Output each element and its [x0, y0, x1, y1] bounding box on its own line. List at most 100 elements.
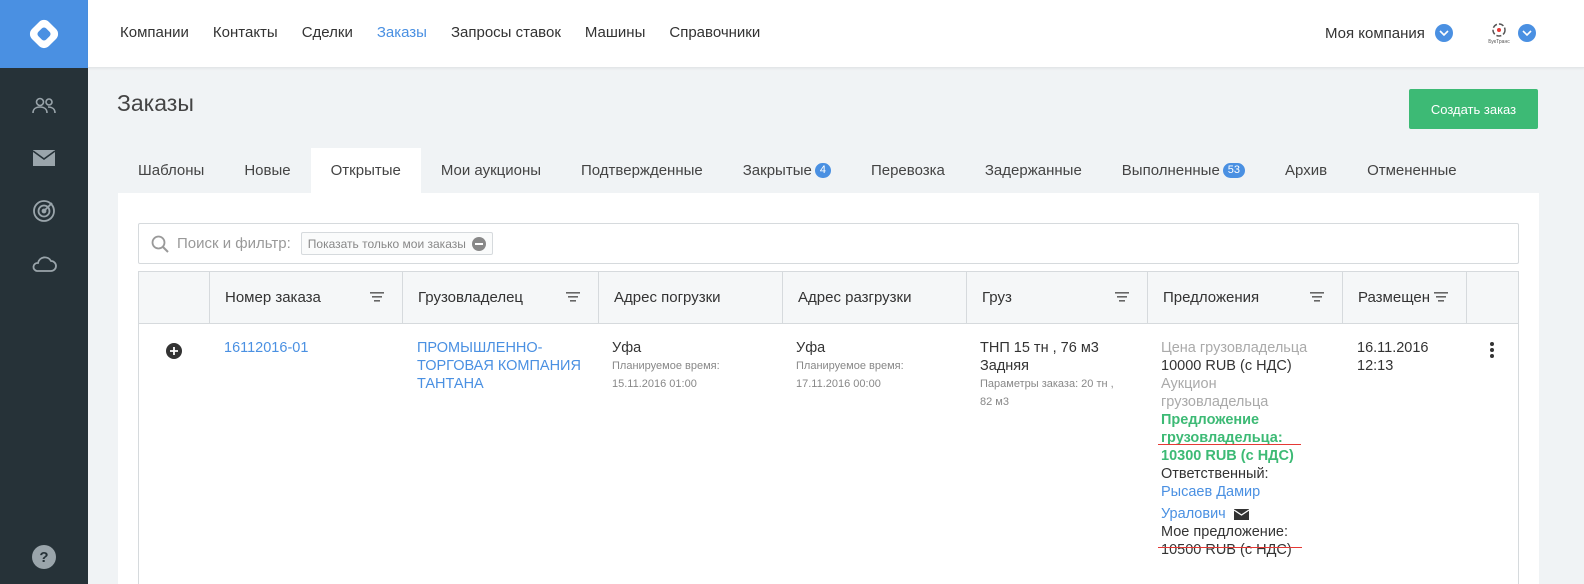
header-actions [1467, 272, 1518, 323]
nav-item-orders[interactable]: Заказы [377, 24, 427, 41]
tab-open[interactable]: Открытые [310, 148, 421, 193]
header-owner[interactable]: Грузовладелец [403, 272, 599, 323]
unload-time-label: Планируемое время: [796, 360, 904, 372]
tab-label: Выполненные [1121, 162, 1220, 179]
placed-time-value: 12:13 [1357, 358, 1394, 374]
expand-row-icon[interactable] [166, 343, 182, 359]
sidebar: ? [0, 0, 88, 584]
tab-label: Перевозка [870, 162, 945, 179]
search-filter-bar[interactable]: Поиск и фильтр: Показать только мои зака… [138, 223, 1519, 264]
responsible-link[interactable]: Рысаев Дамир [1161, 483, 1331, 501]
my-offer-label: Мое предложение: [1161, 524, 1289, 540]
chevron-down-icon [1518, 24, 1536, 42]
highlight-underline [1158, 444, 1301, 445]
cargo-main: ТНП 15 тн , 76 м3 [980, 340, 1099, 356]
placed-date: 16.11.2016 12:13 [1357, 339, 1429, 375]
count-badge: 4 [814, 163, 831, 178]
header-load-address: Адрес погрузки [599, 272, 783, 323]
nav-item-rate-requests[interactable]: Запросы ставок [451, 24, 561, 41]
top-bar: Компании Контакты Сделки Заказы Запросы … [88, 0, 1584, 68]
tab-label: Подтвержденные [581, 162, 703, 179]
header-label: Груз [982, 289, 1012, 306]
auction-label: грузовладельца [1161, 394, 1269, 410]
sort-icon[interactable] [1115, 291, 1129, 303]
tab-label: Закрытые [742, 162, 812, 179]
header-unload-address: Адрес разгрузки [783, 272, 967, 323]
tab-templates[interactable]: Шаблоны [118, 148, 224, 193]
tab-transport[interactable]: Перевозка [851, 148, 965, 193]
app-logo[interactable] [0, 0, 88, 68]
orders-panel: Поиск и фильтр: Показать только мои зака… [118, 193, 1539, 584]
header-order-number[interactable]: Номер заказа [210, 272, 403, 323]
tab-closed[interactable]: Закрытые 4 [723, 148, 851, 193]
load-city: Уфа [612, 340, 642, 356]
cloud-icon[interactable] [29, 249, 59, 279]
order-tabs: Шаблоны Новые Открытые Мои аукционы Подт… [118, 148, 1477, 193]
tab-cancelled[interactable]: Отмененные [1347, 148, 1477, 193]
header-placed[interactable]: Размещен [1343, 272, 1467, 323]
sort-icon[interactable] [566, 291, 580, 303]
cargo-params: 82 м3 [980, 396, 1009, 408]
help-icon[interactable]: ? [29, 542, 59, 572]
avatar: БукТранс [1486, 20, 1512, 46]
company-selector[interactable]: Моя компания [1325, 24, 1453, 42]
unload-address: Уфа Планируемое время: 17.11.2016 00:00 [796, 339, 904, 393]
header-offers[interactable]: Предложения [1148, 272, 1343, 323]
search-label: Поиск и фильтр: [177, 235, 291, 252]
owner-price-value: 10000 RUB (с НДС) [1161, 358, 1292, 374]
nav-item-contacts[interactable]: Контакты [213, 24, 278, 41]
people-icon[interactable] [29, 91, 59, 121]
owner-proposal: Предложение [1161, 412, 1260, 428]
order-number-link[interactable]: 16112016-01 [224, 339, 308, 357]
my-offer-value: 10500 RUB (с НДС) [1161, 542, 1292, 558]
chip-label: Показать только мои заказы [307, 236, 466, 251]
unload-time: 17.11.2016 00:00 [796, 378, 881, 390]
company-name: Моя компания [1325, 24, 1425, 42]
tab-completed[interactable]: Выполненные 53 [1102, 148, 1265, 193]
tab-delayed[interactable]: Задержанные [965, 148, 1102, 193]
tab-label: Новые [244, 162, 291, 179]
nav-item-deals[interactable]: Сделки [302, 24, 353, 41]
owner-line: ПРОМЫШЛЕННО- [417, 340, 543, 356]
load-time-label: Планируемое время: [612, 360, 720, 372]
owner-price-label: Цена грузовладельца [1161, 340, 1308, 356]
user-menu[interactable]: БукТранс [1486, 20, 1536, 46]
nav-item-companies[interactable]: Компании [120, 24, 189, 41]
offers-info: Цена грузовладельца 10000 RUB (с НДС) Ау… [1161, 339, 1331, 559]
owner-proposal-value: 10300 RUB (с НДС) [1161, 448, 1294, 464]
table-header: Номер заказа Грузовладелец Адрес погрузк… [139, 272, 1518, 324]
header-label: Номер заказа [225, 289, 321, 306]
owner-link[interactable]: ПРОМЫШЛЕННО- ТОРГОВАЯ КОМПАНИЯ ТАНТАНА [417, 339, 581, 393]
sort-icon[interactable] [1310, 291, 1324, 303]
radar-icon[interactable] [29, 196, 59, 226]
tab-my-auctions[interactable]: Мои аукционы [421, 148, 561, 193]
mail-icon[interactable] [1233, 508, 1249, 520]
load-time: 15.11.2016 01:00 [612, 378, 697, 390]
tab-new[interactable]: Новые [224, 148, 310, 193]
remove-filter-icon[interactable] [471, 236, 486, 251]
tab-confirmed[interactable]: Подтвержденные [561, 148, 723, 193]
nav-item-directories[interactable]: Справочники [669, 24, 760, 41]
sort-icon[interactable] [1434, 291, 1448, 303]
header-label: Предложения [1163, 289, 1260, 306]
header-label: Адрес погрузки [614, 289, 721, 306]
create-order-button[interactable]: Создать заказ [1409, 89, 1538, 129]
responsible-link[interactable]: Уралович [1161, 505, 1226, 523]
tab-label: Архив [1285, 162, 1328, 179]
count-badge: 53 [1222, 163, 1246, 178]
nav-item-vehicles[interactable]: Машины [585, 24, 645, 41]
header-label: Грузовладелец [418, 289, 524, 306]
chevron-down-icon [1434, 24, 1453, 42]
header-cargo[interactable]: Груз [967, 272, 1148, 323]
sort-icon[interactable] [370, 291, 384, 303]
search-icon [151, 235, 169, 253]
responsible-label: Ответственный: [1161, 466, 1269, 482]
cargo-info: ТНП 15 тн , 76 м3 Задняя Параметры заказ… [980, 339, 1114, 411]
avatar-caption: БукТранс [1488, 38, 1510, 45]
filter-chip-my-orders[interactable]: Показать только мои заказы [300, 232, 493, 255]
tab-archive[interactable]: Архив [1265, 148, 1347, 193]
more-options-icon[interactable] [1489, 341, 1495, 359]
unload-city: Уфа [796, 340, 826, 356]
mail-icon[interactable] [29, 143, 59, 173]
tab-label: Задержанные [984, 162, 1082, 179]
